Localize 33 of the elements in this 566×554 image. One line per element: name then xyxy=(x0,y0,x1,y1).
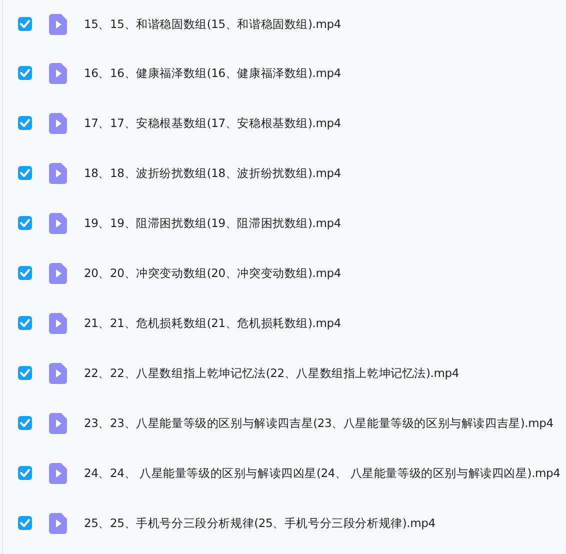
video-file-icon xyxy=(49,412,67,434)
video-file-icon xyxy=(49,112,67,134)
checkbox[interactable] xyxy=(18,466,32,480)
file-name[interactable]: 25、25、手机号分三段分析规律(25、手机号分三段分析规律).mp4 xyxy=(84,516,436,530)
video-file-icon xyxy=(49,362,67,384)
file-name[interactable]: 15、15、和谐稳固数组(15、和谐稳固数组).mp4 xyxy=(84,16,341,32)
file-name[interactable]: 17、17、安稳根基数组(17、安稳根基数组).mp4 xyxy=(84,116,341,130)
video-file-icon xyxy=(49,62,67,84)
video-file-icon xyxy=(49,162,67,184)
checkbox[interactable] xyxy=(18,166,32,180)
video-file-icon xyxy=(49,312,67,334)
checkbox[interactable] xyxy=(18,216,32,230)
video-file-icon xyxy=(49,462,67,484)
checkbox[interactable] xyxy=(18,116,32,130)
checkbox[interactable] xyxy=(18,416,32,430)
checkbox[interactable] xyxy=(18,266,32,280)
checkbox[interactable] xyxy=(18,366,32,380)
file-name[interactable]: 18、18、波折纷扰数组(18、波折纷扰数组).mp4 xyxy=(84,166,341,180)
video-file-icon xyxy=(49,212,67,234)
video-file-icon xyxy=(49,14,67,34)
checkbox[interactable] xyxy=(18,516,32,530)
file-name[interactable]: 20、20、冲突变动数组(20、冲突变动数组).mp4 xyxy=(84,266,341,280)
file-name[interactable]: 23、23、八星能量等级的区别与解读四吉星(23、八星能量等级的区别与解读四吉星).mp4 xyxy=(84,416,554,430)
file-name[interactable]: 24、24、 八星能量等级的区别与解读四凶星(24、 八星能量等级的区别与解读四凶星).mp4 xyxy=(84,466,560,480)
file-name[interactable]: 21、21、危机损耗数组(21、危机损耗数组).mp4 xyxy=(84,316,341,330)
video-file-icon xyxy=(49,512,67,534)
video-file-icon xyxy=(49,262,67,284)
file-name[interactable]: 16、16、健康福泽数组(16、健康福泽数组).mp4 xyxy=(84,66,341,80)
checkbox[interactable] xyxy=(18,17,32,31)
checkbox[interactable] xyxy=(18,66,32,80)
file-name[interactable]: 22、22、八星数组指上乾坤记忆法(22、八星数组指上乾坤记忆法).mp4 xyxy=(84,366,459,380)
file-name[interactable]: 19、19、阻滞困扰数组(19、阻滞困扰数组).mp4 xyxy=(84,216,341,230)
checkbox[interactable] xyxy=(18,316,32,330)
